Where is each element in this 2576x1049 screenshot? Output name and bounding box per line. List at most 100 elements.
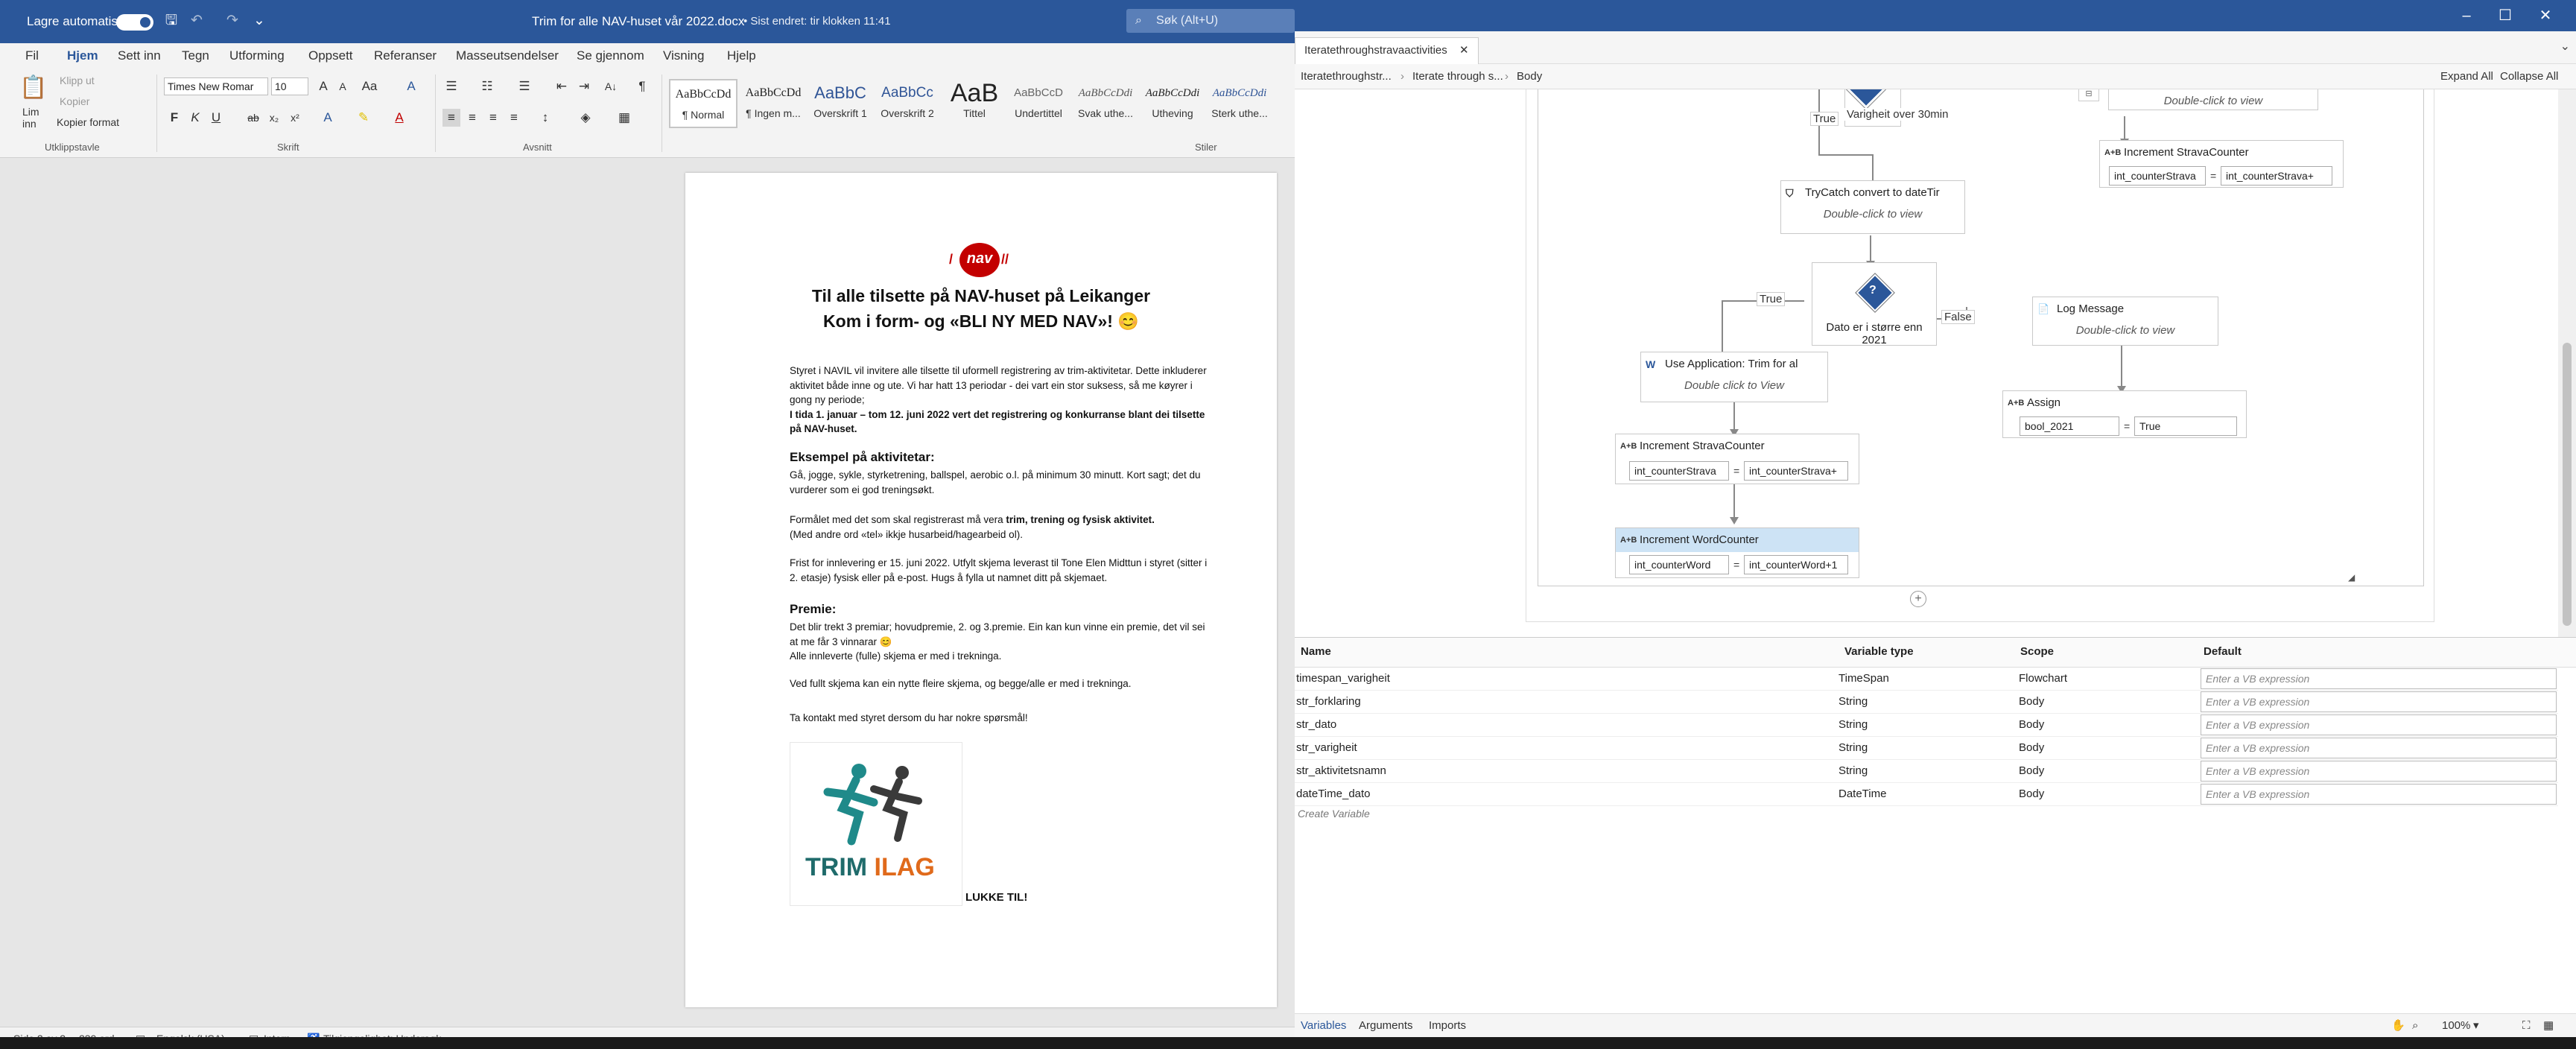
tab-imports[interactable]: Imports — [1429, 1014, 1466, 1038]
align-center-icon[interactable]: ≡ — [463, 109, 481, 127]
copy-button[interactable]: Kopier — [60, 95, 89, 107]
cut-button[interactable]: Klipp ut — [60, 75, 95, 86]
style-title[interactable]: AaB Tittel — [940, 79, 1009, 128]
text-effects-icon[interactable]: A — [319, 109, 337, 127]
close-tab-icon[interactable]: ✕ — [1459, 44, 1469, 57]
undo-icon[interactable]: ↶ — [188, 12, 206, 30]
subscript-icon[interactable]: x₂ — [265, 109, 283, 127]
workflow-canvas[interactable]: ◢ + Varigheit over 30min True Double-cli… — [1295, 89, 2558, 637]
activity-top-right[interactable]: Double-click to view — [2108, 89, 2318, 110]
shading-icon[interactable]: ◈ — [577, 109, 594, 127]
zoom-level-select[interactable]: 100% — [2442, 1014, 2470, 1038]
activity-log-message[interactable]: 📄 Log Message Double-click to view — [2032, 297, 2218, 346]
maximize-icon[interactable]: ☐ — [2487, 0, 2524, 31]
tab-hjem[interactable]: Hjem — [67, 43, 98, 71]
search-box[interactable]: ⌕ Søk (Alt+U) — [1126, 9, 1295, 33]
activity-increment-strava-1[interactable]: A+B Increment StravaCounter int_counterSt… — [2099, 140, 2344, 188]
highlight-icon[interactable]: ✎ — [355, 109, 372, 127]
activity-trycatch[interactable]: ⛉ TryCatch convert to dateTir Double-clic… — [1780, 180, 1965, 234]
table-row[interactable]: timespan_varigheit TimeSpan Flowchart Enter… — [1295, 668, 2558, 691]
font-name-select[interactable]: Times New Romar — [164, 77, 268, 95]
tab-tegn[interactable]: Tegn — [182, 43, 209, 69]
col-type[interactable]: Variable type — [1844, 645, 1914, 658]
line-spacing-icon[interactable]: ↕ — [536, 109, 554, 127]
underline-icon[interactable]: U — [207, 109, 225, 127]
tab-visning[interactable]: Visning — [663, 43, 704, 69]
assign-to-field[interactable]: bool_2021 — [2020, 416, 2119, 436]
breadcrumb-item[interactable]: Body — [1517, 64, 1542, 89]
paste-label[interactable]: Lim — [22, 106, 39, 118]
tab-dropdown-icon[interactable]: ⌄ — [2560, 39, 2570, 54]
tab-arguments[interactable]: Arguments — [1359, 1014, 1413, 1038]
activity-use-application[interactable]: W Use Application: Trim for al Double cli… — [1640, 352, 1828, 402]
paste-label-2[interactable]: inn — [22, 118, 37, 130]
align-left-icon[interactable]: ≡ — [442, 109, 460, 127]
tab-masseutsendelser[interactable]: Masseutsendelser — [456, 43, 559, 69]
sort-icon[interactable]: A↓ — [602, 77, 620, 95]
font-color-icon[interactable]: A — [390, 109, 408, 127]
increase-indent-icon[interactable]: ⇥ — [575, 77, 593, 95]
tab-fil[interactable]: Fil — [25, 43, 39, 69]
clear-format-icon[interactable]: A — [402, 77, 420, 95]
assign-value-field[interactable]: int_counterWord+1 — [1744, 555, 1848, 574]
style-normal[interactable]: AaBbCcDd ¶ Normal — [669, 79, 737, 128]
table-row[interactable]: str_forklaring String Body Enter a VB expre… — [1295, 691, 2558, 714]
tab-hjelp[interactable]: Hjelp — [727, 43, 756, 69]
assign-value-field[interactable]: int_counterStrava+ — [1744, 461, 1848, 481]
tab-utforming[interactable]: Utforming — [229, 43, 285, 69]
close-icon[interactable]: ✕ — [2527, 0, 2564, 31]
paste-icon[interactable]: 📋 — [19, 73, 47, 103]
scrollbar-thumb[interactable] — [2563, 343, 2572, 626]
numbering-icon[interactable]: ☷ — [478, 77, 496, 95]
workflow-tab[interactable]: Iteratethroughstravaactivities ✕ — [1295, 37, 1479, 64]
tab-referanser[interactable]: Referanser — [374, 43, 437, 69]
collapse-all-button[interactable]: Collapse All — [2500, 64, 2558, 89]
breadcrumb-item[interactable]: Iteratethroughstr... — [1301, 64, 1392, 89]
table-row[interactable]: str_dato String Body Enter a VB expression — [1295, 714, 2558, 737]
shrink-font-icon[interactable]: A — [334, 77, 352, 95]
superscript-icon[interactable]: x² — [286, 109, 304, 127]
create-variable-button[interactable]: Create Variable — [1298, 808, 1370, 820]
table-row[interactable]: dateTime_dato DateTime Body Enter a VB expr… — [1295, 783, 2558, 806]
assign-to-field[interactable]: int_counterStrava — [2109, 166, 2206, 186]
style-subtle-emphasis[interactable]: AaBbCcDdi Svak uthe... — [1071, 79, 1140, 128]
pan-hand-icon[interactable]: ✋ — [2391, 1014, 2405, 1038]
assign-to-field[interactable]: int_counterStrava — [1629, 461, 1729, 481]
overview-icon[interactable]: ▦ — [2543, 1014, 2554, 1038]
format-painter-button[interactable]: Kopier format — [57, 116, 119, 128]
activity-increment-word[interactable]: A+B Increment WordCounter int_counterWord… — [1615, 527, 1859, 578]
save-icon[interactable]: 🖫 — [162, 12, 180, 30]
justify-icon[interactable]: ≡ — [505, 109, 523, 127]
style-heading-1[interactable]: AaBbC Overskrift 1 — [806, 79, 875, 128]
collapse-toggle-icon[interactable]: ⊟ — [2078, 89, 2099, 101]
customize-icon[interactable]: ⌄ — [250, 12, 268, 30]
col-scope[interactable]: Scope — [2020, 645, 2054, 658]
expand-all-button[interactable]: Expand All — [2440, 64, 2493, 89]
bullets-icon[interactable]: ☰ — [442, 77, 460, 95]
redo-icon[interactable]: ↷ — [223, 12, 241, 30]
align-right-icon[interactable]: ≡ — [484, 109, 502, 127]
bold-icon[interactable]: F — [165, 109, 183, 127]
style-emphasis[interactable]: AaBbCcDdi Utheving — [1138, 79, 1207, 128]
minimize-icon[interactable]: – — [2448, 0, 2485, 31]
document-page[interactable]: nav / // Til alle tilsette på NAV-huset … — [685, 173, 1277, 1007]
style-subtitle[interactable]: AaBbCcD Undertittel — [1004, 79, 1073, 128]
col-default[interactable]: Default — [2204, 645, 2242, 658]
canvas-scrollbar[interactable] — [2558, 89, 2576, 637]
table-row[interactable]: str_aktivitetsnamn String Body Enter a VB e… — [1295, 760, 2558, 783]
strikethrough-icon[interactable]: ab — [244, 109, 262, 127]
col-name[interactable]: Name — [1301, 645, 1331, 658]
table-row[interactable]: str_varigheit String Body Enter a VB expres… — [1295, 737, 2558, 760]
zoom-dropdown-icon[interactable]: ▾ — [2473, 1014, 2479, 1038]
font-size-select[interactable]: 10 — [271, 77, 308, 95]
tab-sett-inn[interactable]: Sett inn — [118, 43, 161, 69]
change-case-icon[interactable]: Aa — [361, 77, 378, 95]
tab-se-gjennom[interactable]: Se gjennom — [577, 43, 644, 69]
assign-value-field[interactable]: int_counterStrava+ — [2221, 166, 2332, 186]
style-no-spacing[interactable]: AaBbCcDd ¶ Ingen m... — [739, 79, 808, 128]
breadcrumb-item[interactable]: Iterate through s... — [1412, 64, 1503, 89]
tab-oppsett[interactable]: Oppsett — [308, 43, 353, 69]
show-marks-icon[interactable]: ¶ — [633, 77, 651, 95]
assign-value-field[interactable]: True — [2134, 416, 2237, 436]
fit-to-screen-icon[interactable]: ⛶ — [2522, 1014, 2531, 1038]
